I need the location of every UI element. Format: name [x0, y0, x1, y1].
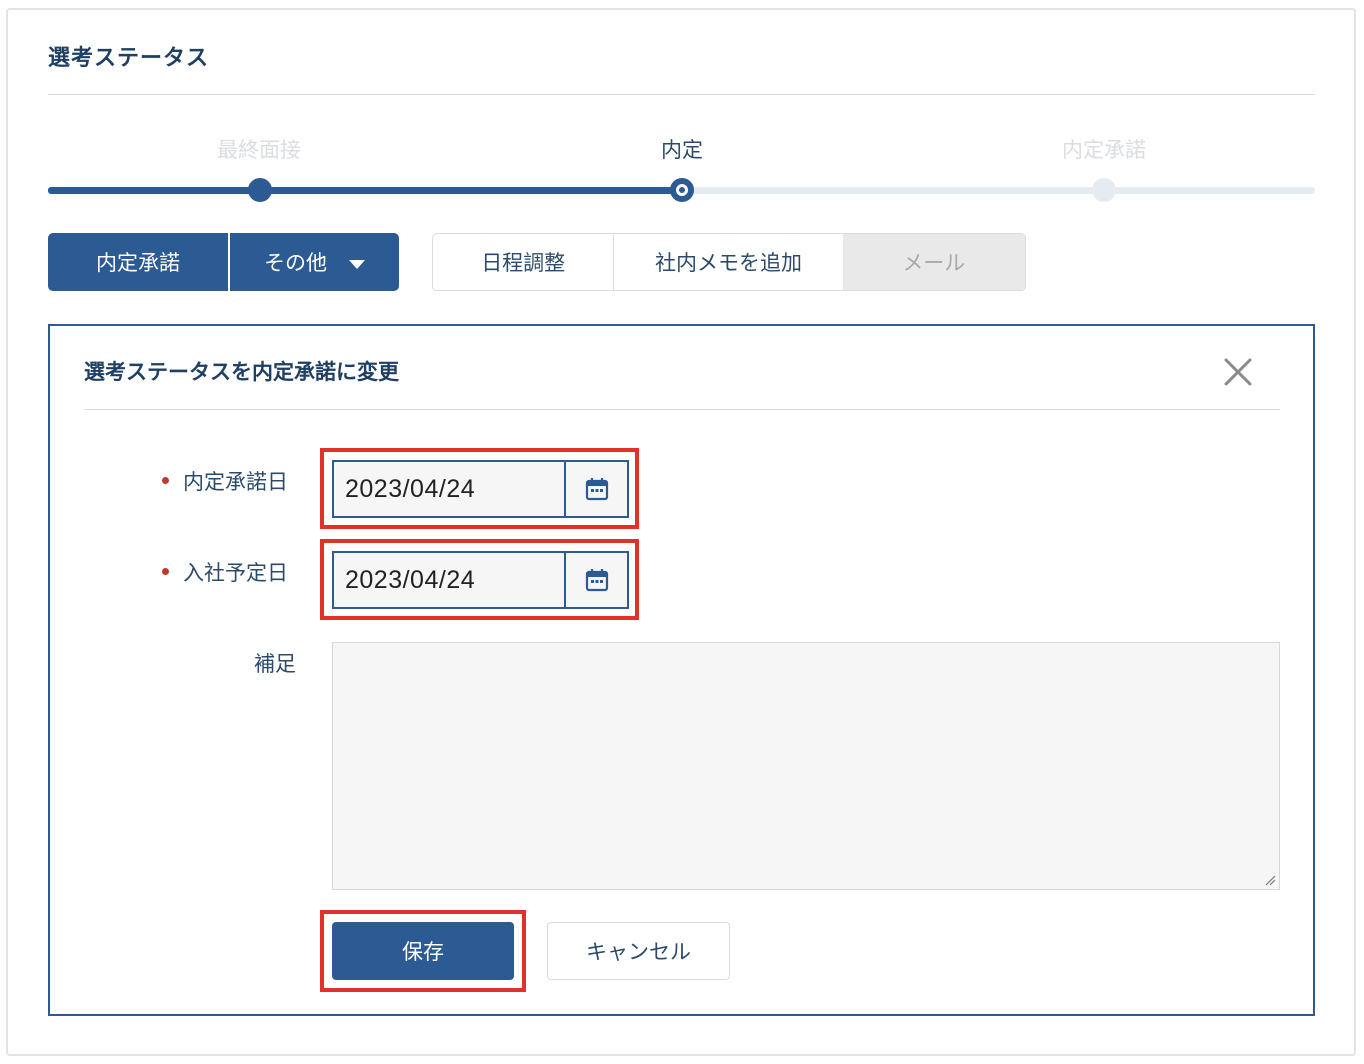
- accept-date-label-text: 内定承諾日: [183, 470, 288, 494]
- step-label-offer: 内定: [661, 138, 703, 162]
- close-icon[interactable]: [1222, 356, 1254, 388]
- add-internal-memo-button[interactable]: 社内メモを追加: [614, 234, 842, 290]
- schedule-button[interactable]: 日程調整: [433, 234, 615, 290]
- accept-date-value[interactable]: 2023/04/24: [334, 462, 564, 516]
- join-date-label: 入社予定日: [162, 557, 288, 587]
- other-dropdown-label: その他: [264, 251, 327, 275]
- primary-action-group: 内定承諾 その他: [48, 233, 399, 291]
- offer-accept-button[interactable]: 内定承諾: [48, 233, 230, 291]
- cancel-button[interactable]: キャンセル: [547, 922, 730, 980]
- caret-down-icon: [349, 259, 365, 269]
- calendar-icon[interactable]: [564, 553, 627, 607]
- stepper-track-empty: [682, 187, 1315, 194]
- join-date-label-text: 入社予定日: [183, 561, 288, 585]
- stepper-track-filled: [48, 187, 682, 194]
- change-status-panel: 選考ステータスを内定承諾に変更 内定承諾日 2023/04/24 入社予定日 2…: [48, 324, 1315, 1016]
- resize-grip-icon[interactable]: [1264, 874, 1276, 886]
- step-label-offer-accepted: 内定承諾: [1062, 138, 1146, 162]
- join-date-input[interactable]: 2023/04/24: [332, 551, 629, 609]
- accept-date-label: 内定承諾日: [162, 466, 288, 496]
- panel-divider: [84, 409, 1280, 410]
- note-label: 補足: [254, 652, 296, 676]
- step-dot-final-interview: [248, 178, 272, 202]
- step-dot-offer-accepted: [1092, 178, 1116, 202]
- offer-accept-button-label: 内定承諾: [96, 251, 180, 275]
- step-label-final-interview: 最終面接: [217, 138, 301, 162]
- accept-date-input[interactable]: 2023/04/24: [332, 460, 629, 518]
- required-dot-icon: [162, 476, 169, 484]
- calendar-icon[interactable]: [564, 462, 627, 516]
- required-dot-icon: [162, 567, 169, 575]
- mail-button[interactable]: メール: [842, 234, 1025, 290]
- title-divider: [48, 94, 1315, 95]
- step-dot-offer: [670, 178, 694, 202]
- other-dropdown-button[interactable]: その他: [230, 233, 399, 291]
- section-title: 選考ステータス: [48, 46, 210, 71]
- secondary-action-group: 日程調整 社内メモを追加 メール: [432, 233, 1026, 291]
- join-date-value[interactable]: 2023/04/24: [334, 553, 564, 607]
- note-textarea[interactable]: [332, 642, 1280, 890]
- save-button[interactable]: 保存: [332, 922, 514, 980]
- panel-title: 選考ステータスを内定承諾に変更: [84, 360, 399, 384]
